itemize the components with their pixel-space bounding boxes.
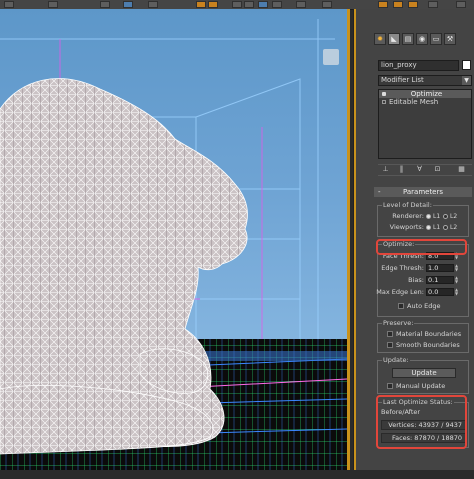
level-of-detail-group: Level of Detail: Renderer: L1 L2 Viewpor… xyxy=(377,201,470,237)
parameters-rollout-header[interactable]: - Parameters xyxy=(374,187,472,197)
group-label: Update: xyxy=(382,356,410,364)
edge-thresh-label: Edge Thresh: xyxy=(381,264,424,272)
edge-thresh-row: Edge Thresh: 1.0 ▲ ▼ xyxy=(378,264,470,273)
edge-thresh-input[interactable]: 1.0 xyxy=(426,264,454,272)
toolbar-tool-icon[interactable] xyxy=(196,1,206,8)
update-group: Update: Update Manual Update xyxy=(377,356,470,394)
group-label: Preserve: xyxy=(382,319,415,327)
modify-tab-icon[interactable]: ◣ xyxy=(388,33,400,45)
rollout-title: Parameters xyxy=(402,188,444,196)
spinner-icon[interactable]: ▲ ▼ xyxy=(455,276,460,284)
toolbar-tool-icon[interactable] xyxy=(258,1,268,8)
object-name-field[interactable]: lion_proxy xyxy=(378,60,459,71)
display-tab-icon[interactable]: ▭ xyxy=(430,33,442,45)
toolbar-tool-icon[interactable] xyxy=(148,1,158,8)
create-tab-sun-icon[interactable]: ✹ xyxy=(374,33,386,45)
l2-label: L2 xyxy=(450,213,458,220)
manual-update-label: Manual Update xyxy=(396,382,446,390)
viewports-l2-radio[interactable] xyxy=(443,225,448,230)
modifier-list-label: Modifier List xyxy=(381,76,424,84)
renderer-l1-radio[interactable] xyxy=(426,214,431,219)
stack-toolbar: ⊥ ‖ ∀ ⊡ ▦ xyxy=(378,164,472,176)
l1-label: L1 xyxy=(433,213,441,220)
viewports-row: Viewports: L1 L2 xyxy=(378,223,470,232)
make-unique-icon[interactable]: ∀ xyxy=(416,166,423,173)
l2-label: L2 xyxy=(450,224,458,231)
lightbulb-icon[interactable] xyxy=(382,92,386,96)
toolbar-tool-icon[interactable] xyxy=(208,1,218,8)
toolbar-tool-icon[interactable] xyxy=(378,1,388,8)
toolbar-tool-icon[interactable] xyxy=(232,1,242,8)
pin-stack-icon[interactable]: ⊥ xyxy=(382,166,389,173)
viewports-l1-radio[interactable] xyxy=(426,225,431,230)
configure-sets-icon[interactable]: ▦ xyxy=(458,166,465,173)
update-button[interactable]: Update xyxy=(392,368,456,378)
manual-update-checkbox[interactable] xyxy=(387,383,393,389)
toolbar-tool-icon[interactable] xyxy=(296,1,306,8)
stack-item-label: Editable Mesh xyxy=(389,98,439,106)
group-label: Level of Detail: xyxy=(382,201,433,209)
material-boundaries-checkbox[interactable] xyxy=(387,331,393,337)
bias-input[interactable]: 0.1 xyxy=(426,276,454,284)
spinner-icon[interactable]: ▲ ▼ xyxy=(455,288,460,296)
auto-edge-checkbox[interactable] xyxy=(398,303,404,309)
max-edge-len-label: Max Edge Len: xyxy=(376,288,424,296)
modifier-list-dropdown[interactable]: Modifier List ▼ xyxy=(378,75,472,86)
toolbar-tool-icon[interactable] xyxy=(100,1,110,8)
toolbar-tool-icon[interactable] xyxy=(244,1,254,8)
max-edge-len-input[interactable]: 0.0 xyxy=(426,288,454,296)
max-edge-len-row: Max Edge Len: 0.0 ▲ ▼ xyxy=(376,288,470,297)
command-panel-tabs: ✹ ◣ ▤ ◉ ▭ ⚒ xyxy=(374,33,472,45)
utilities-tab-icon[interactable]: ⚒ xyxy=(444,33,456,45)
bias-label: Bias: xyxy=(408,276,424,284)
renderer-row: Renderer: L1 L2 xyxy=(378,212,470,221)
hierarchy-tab-icon[interactable]: ▤ xyxy=(402,33,414,45)
panel-divider xyxy=(354,9,356,470)
toolbar-tool-icon[interactable] xyxy=(48,1,58,8)
smooth-boundaries-checkbox[interactable] xyxy=(387,342,393,348)
motion-tab-icon[interactable]: ◉ xyxy=(416,33,428,45)
expand-box-icon[interactable] xyxy=(382,100,386,104)
viewcube-icon[interactable] xyxy=(323,49,339,65)
modifier-stack: Optimize Editable Mesh xyxy=(378,89,472,159)
chevron-down-icon[interactable]: ▼ xyxy=(462,76,471,85)
collapse-icon[interactable]: - xyxy=(378,187,381,197)
bias-row: Bias: 0.1 ▲ ▼ xyxy=(378,276,470,285)
renderer-l2-radio[interactable] xyxy=(443,214,448,219)
toolbar-tool-icon[interactable] xyxy=(123,1,133,8)
smooth-boundaries-row: Smooth Boundaries xyxy=(378,341,470,350)
spinner-icon[interactable]: ▲ ▼ xyxy=(455,264,460,272)
show-end-result-icon[interactable]: ‖ xyxy=(398,166,405,173)
material-boundaries-row: Material Boundaries xyxy=(378,330,470,339)
renderer-label: Renderer: xyxy=(392,212,424,220)
l1-label: L1 xyxy=(433,224,441,231)
toolbar-tool-icon[interactable] xyxy=(4,1,14,8)
toolbar-tool-icon[interactable] xyxy=(456,1,466,8)
toolbar-tool-icon[interactable] xyxy=(428,1,438,8)
toolbar-tool-icon[interactable] xyxy=(322,1,332,8)
auto-edge-label: Auto Edge xyxy=(407,302,441,310)
preserve-group: Preserve: Material Boundaries Smooth Bou… xyxy=(377,319,470,353)
remove-modifier-icon[interactable]: ⊡ xyxy=(434,166,441,173)
perspective-viewport[interactable] xyxy=(0,9,350,470)
face-thresh-highlight xyxy=(376,239,467,255)
manual-update-row: Manual Update xyxy=(378,382,470,391)
object-color-swatch[interactable] xyxy=(462,60,471,70)
scene-render xyxy=(0,19,347,470)
stack-item-optimize[interactable]: Optimize xyxy=(379,90,471,98)
toolbar-tool-icon[interactable] xyxy=(393,1,403,8)
auto-edge-row: Auto Edge xyxy=(378,302,470,311)
toolbar-tool-icon[interactable] xyxy=(272,1,282,8)
toolbar-tool-icon[interactable] xyxy=(408,1,418,8)
stack-item-editable-mesh[interactable]: Editable Mesh xyxy=(379,98,471,106)
smooth-boundaries-label: Smooth Boundaries xyxy=(396,341,460,349)
viewports-label: Viewports: xyxy=(389,223,424,231)
material-boundaries-label: Material Boundaries xyxy=(396,330,462,338)
stack-item-label: Optimize xyxy=(410,90,443,98)
status-highlight xyxy=(376,395,467,449)
command-panel: ✹ ◣ ▤ ◉ ▭ ⚒ lion_proxy Modifier List ▼ O… xyxy=(353,9,474,470)
